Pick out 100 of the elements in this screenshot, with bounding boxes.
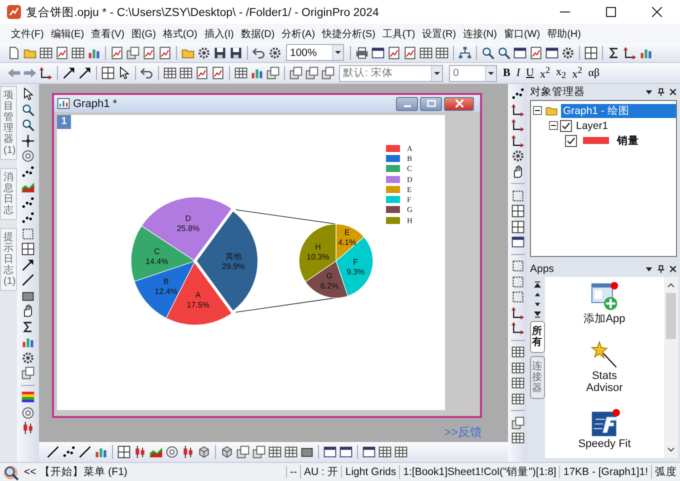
app-label[interactable]: 添加App: [574, 311, 634, 326]
menu-item[interactable]: 连接(N): [460, 26, 500, 40]
grid-layout-icon[interactable]: [510, 204, 524, 218]
restore-icon[interactable]: [426, 99, 436, 108]
table-icon[interactable]: [378, 445, 392, 459]
pointer-icon[interactable]: [21, 87, 35, 101]
graph-page-icon[interactable]: [110, 46, 124, 60]
scatter-icon[interactable]: [62, 445, 76, 459]
graph-page-icon[interactable]: [142, 46, 156, 60]
table-icon[interactable]: [284, 445, 298, 459]
axis-icon[interactable]: [510, 118, 524, 132]
scroll-down-icon[interactable]: [667, 446, 675, 454]
table-icon[interactable]: [71, 46, 85, 60]
layers-icon[interactable]: [305, 66, 319, 80]
menu-item[interactable]: 分析(A): [278, 26, 318, 40]
graph-page-icon[interactable]: [158, 46, 172, 60]
scatter-icon[interactable]: [510, 87, 524, 101]
graph-page-icon[interactable]: [403, 46, 417, 60]
document-icon[interactable]: [7, 46, 21, 60]
scroll-bottom-icon[interactable]: [534, 311, 540, 318]
dropdown-icon[interactable]: [645, 88, 653, 96]
axis-icon[interactable]: [510, 102, 524, 116]
apps-tab[interactable]: 连接器: [530, 356, 544, 399]
scroll-up-icon[interactable]: [534, 291, 540, 298]
window-icon[interactable]: [371, 46, 385, 60]
menu-item[interactable]: 查看(V): [88, 26, 128, 40]
table-icon[interactable]: [268, 445, 282, 459]
hand-icon[interactable]: [21, 304, 35, 318]
table-icon[interactable]: [163, 66, 177, 80]
scatter-icon[interactable]: [21, 164, 35, 178]
side-tab[interactable]: 提示日志 (1): [0, 228, 17, 291]
undo-icon[interactable]: [252, 46, 266, 60]
close-button[interactable]: [444, 96, 474, 110]
format-button[interactable]: x$_{2}$: [554, 65, 568, 81]
zoom-dropdown[interactable]: 100%: [286, 44, 344, 61]
left-arrow-icon[interactable]: [7, 66, 21, 80]
graph-page-icon[interactable]: [387, 46, 401, 60]
gear-icon[interactable]: [510, 149, 524, 163]
scroll-top-icon[interactable]: [534, 281, 540, 288]
checkbox[interactable]: [560, 120, 572, 132]
grid-layout-icon[interactable]: [21, 242, 35, 256]
menu-item[interactable]: 帮助(H): [544, 26, 584, 40]
table-icon[interactable]: [179, 66, 193, 80]
layers-icon[interactable]: [252, 445, 266, 459]
tree-item[interactable]: Layer1: [574, 120, 610, 132]
window-icon[interactable]: [545, 46, 559, 60]
rectangle-icon[interactable]: [300, 445, 314, 459]
pin-icon[interactable]: [657, 88, 665, 96]
format-button[interactable]: x$^{2}$: [538, 65, 552, 81]
scroll-down-icon[interactable]: [534, 301, 540, 308]
candlestick-icon[interactable]: [133, 445, 147, 459]
window-icon[interactable]: [362, 445, 376, 459]
magnifier-icon[interactable]: [497, 46, 511, 60]
undo-icon[interactable]: [140, 66, 154, 80]
table-icon[interactable]: [510, 376, 524, 390]
close-icon[interactable]: [652, 7, 662, 17]
tree-item[interactable]: Graph1 - 绘图: [561, 104, 676, 118]
window-icon[interactable]: [510, 235, 524, 249]
circle-target-icon[interactable]: [21, 406, 35, 420]
frame-icon[interactable]: [510, 290, 524, 304]
axis-icon[interactable]: [510, 134, 524, 148]
collapse-icon[interactable]: [549, 121, 558, 130]
grid-layout-icon[interactable]: [510, 220, 524, 234]
pin-icon[interactable]: [657, 265, 665, 273]
magnifier-icon[interactable]: [3, 464, 20, 480]
layers-icon[interactable]: [289, 66, 303, 80]
menu-item[interactable]: 插入(I): [201, 26, 237, 40]
maximize-icon[interactable]: [606, 7, 616, 17]
line-icon[interactable]: [78, 445, 92, 459]
gear-icon[interactable]: [197, 46, 211, 60]
status-nav-button[interactable]: <<: [24, 466, 36, 478]
hierarchy-icon[interactable]: [458, 46, 472, 60]
cube-icon[interactable]: [197, 445, 211, 459]
menu-item[interactable]: 数据(D): [238, 26, 278, 40]
menu-item[interactable]: 编辑(E): [48, 26, 88, 40]
graph-page-icon[interactable]: [55, 46, 69, 60]
close-icon[interactable]: [669, 88, 677, 96]
window-icon[interactable]: [339, 445, 353, 459]
font-size-dropdown[interactable]: 0: [449, 64, 497, 82]
area-chart-icon[interactable]: [21, 180, 35, 194]
table-icon[interactable]: [510, 392, 524, 406]
magnifier-icon[interactable]: [21, 102, 35, 116]
graph-page-icon[interactable]: [195, 66, 209, 80]
side-tab[interactable]: 消息日志: [0, 168, 17, 220]
format-button[interactable]: x$^{2}$: [570, 65, 584, 81]
window-icon[interactable]: [323, 445, 337, 459]
arrow-icon[interactable]: [62, 66, 76, 80]
table-icon[interactable]: [435, 46, 449, 60]
line-icon[interactable]: [21, 273, 35, 287]
axis-icon[interactable]: [39, 66, 53, 80]
area-chart-icon[interactable]: [149, 445, 163, 459]
grid-layout-icon[interactable]: [101, 66, 115, 80]
line-icon[interactable]: [46, 445, 60, 459]
arrow-icon[interactable]: [21, 258, 35, 272]
menu-item[interactable]: 格式(O): [160, 26, 200, 40]
frame-icon[interactable]: [21, 226, 35, 240]
table-icon[interactable]: [234, 66, 248, 80]
menu-item[interactable]: 设置(R): [419, 26, 460, 40]
dropdown-icon[interactable]: [645, 265, 653, 273]
magnifier-icon[interactable]: [21, 118, 35, 132]
